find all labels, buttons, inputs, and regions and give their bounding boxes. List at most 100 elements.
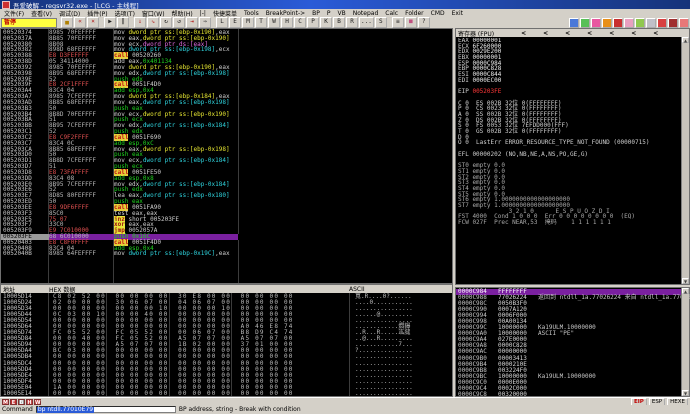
step-button[interactable]: ↻ (160, 17, 172, 28)
plugin-button[interactable] (580, 18, 590, 28)
run-pause-button[interactable]: ▶ (104, 17, 116, 28)
stack-pane[interactable]: 0000C984 FFFFFFFF 0000C988 77026224 返回到 … (455, 287, 690, 397)
register-line[interactable]: O 0 LastErr ERROR_RESOURCE_TYPE_NOT_FOUN… (458, 140, 681, 146)
dump-address: 10005E14 (1, 391, 51, 397)
dump-rows: 10005D14 C8 02 52 00 00 00 00 00 30 E8 0… (1, 294, 452, 397)
plugin-button[interactable] (591, 18, 601, 28)
plugin-button[interactable] (668, 18, 678, 28)
plugin-button[interactable] (679, 18, 689, 28)
plugin-button[interactable] (613, 18, 623, 28)
menu-item[interactable]: Folder (405, 10, 424, 17)
menu-item[interactable]: 查看(V) (31, 9, 52, 17)
step-button[interactable]: ⇘ (147, 17, 159, 28)
misc-toolbar-button[interactable]: ≡ (392, 17, 404, 28)
menu-item[interactable]: Notepad (353, 10, 379, 17)
chevron-left-icon[interactable]: < (609, 30, 614, 37)
toolbar-separator (130, 18, 133, 27)
stack-scrollbar[interactable]: ▲ ▼ (681, 288, 689, 396)
toolbar-file-button[interactable]: ▄ (61, 17, 73, 28)
menu-item[interactable]: Calc (385, 10, 398, 17)
menu-item[interactable]: P (327, 10, 331, 17)
disasm-instruction: mov dword ptr ss:[ebp-0x19C],eax (114, 251, 452, 257)
dump-row[interactable]: 10005E14 00 00 00 00 00 00 00 00 00 00 0… (1, 391, 452, 397)
step-button[interactable]: ⇥ (186, 17, 198, 28)
menu-item[interactable]: Exit (452, 10, 463, 17)
registers-header: 寄存器 (FPU) < < < < < < < (456, 29, 689, 37)
window-letter-button[interactable]: M (242, 17, 254, 28)
window-letter-button[interactable]: B (333, 17, 345, 28)
menu-item[interactable]: VB (338, 10, 346, 17)
plugin-button[interactable] (657, 18, 667, 28)
step-button[interactable]: ⇓ (134, 17, 146, 28)
scroll-up-icon[interactable]: ▲ (682, 37, 689, 43)
step-button-group: ⇓⇘↻↺⇥⇒ (134, 17, 211, 28)
chevron-left-icon[interactable]: < (521, 30, 526, 37)
step-button[interactable]: ↺ (173, 17, 185, 28)
app-icon (2, 1, 10, 9)
chevron-left-icon[interactable]: < (587, 30, 592, 37)
misc-toolbar-button[interactable]: ? (418, 17, 430, 28)
step-button[interactable]: ⇒ (199, 17, 211, 28)
menu-item[interactable]: |-| (200, 10, 206, 17)
command-label: Command (2, 406, 33, 413)
toolbar-separator (212, 18, 215, 27)
window-letter-group: LEMTWHCPKBR...S (216, 17, 387, 28)
window-letter-button[interactable]: R (346, 17, 358, 28)
toolbar-file-button[interactable]: × (87, 17, 99, 28)
menu-item[interactable]: BP (312, 10, 320, 17)
menu-item[interactable]: 插件(P) (87, 9, 107, 17)
menu-item[interactable]: BreakPoint-> (266, 10, 305, 17)
window-letter-button[interactable]: ... (359, 17, 374, 28)
window-letter-button[interactable]: H (281, 17, 293, 28)
misc-toolbar-button[interactable]: ■ (405, 17, 417, 28)
window-letter-button[interactable]: L (216, 17, 228, 28)
menu-item[interactable]: Tools (244, 10, 259, 17)
scroll-down-icon[interactable]: ▼ (682, 390, 689, 396)
dump-header: 地址 HEX 数据 ASCII (1, 285, 452, 293)
window-letter-button[interactable]: S (375, 17, 387, 28)
menu-item[interactable]: 窗口(W) (142, 9, 165, 17)
plugin-button-group (569, 18, 689, 28)
run-button-group: ▶‖ (104, 17, 129, 28)
window-letter-button[interactable]: P (307, 17, 319, 28)
plugin-button[interactable] (635, 18, 645, 28)
menu-item[interactable]: 快捷菜单 (213, 9, 237, 17)
menu-item[interactable]: 帮助(H) (172, 9, 193, 17)
command-bar: Command bp ntdll.77010E79 BP address, st… (0, 405, 690, 414)
disassembly-pane[interactable]: 00520374 8985 70FEFFFF mov dword ptr ss:… (0, 28, 453, 284)
scroll-down-icon[interactable]: ▼ (682, 278, 689, 284)
register-line[interactable]: FCW 027F Prec NEAR,53 掩码 1 1 1 1 1 1 (458, 220, 681, 226)
chevron-left-icon[interactable]: < (543, 30, 548, 37)
menu-bar: 文件(F) 查看(V) 调试(D) 插件(P) 选项(T) 窗口(W) 帮助(H) |-| 快捷… (0, 9, 690, 17)
window-letter-button[interactable]: K (320, 17, 332, 28)
dump-ascii: ................ (351, 391, 452, 397)
chevron-left-icon[interactable]: < (631, 30, 636, 37)
disasm-address: 0052040B (1, 251, 49, 257)
hex-dump-pane[interactable]: 地址 HEX 数据 ASCII 10005D14 C8 02 52 00 00 … (0, 284, 453, 397)
title-bar[interactable]: 吾爱破解 - regsvr32.exe - [LCG - 主线程] (0, 0, 690, 9)
menu-item[interactable]: 调试(D) (59, 9, 80, 17)
registers-pane[interactable]: 寄存器 (FPU) <<<<<<< EAX 00000001ECX 6F2600… (455, 28, 690, 285)
registers-scrollbar[interactable]: ▲ ▼ (681, 37, 689, 284)
window-letter-button[interactable]: T (255, 17, 267, 28)
plugin-button[interactable] (569, 18, 579, 28)
menu-item[interactable]: CMD (431, 10, 445, 17)
dump-hex-bytes: 00 00 00 00 00 00 00 00 00 00 00 00 00 0… (51, 391, 351, 397)
toolbar-file-button[interactable]: « (74, 17, 86, 28)
command-input[interactable]: bp ntdll.77010E79 (36, 406, 176, 413)
registers-title: 寄存器 (FPU) (458, 29, 494, 38)
menu-item[interactable]: 选项(T) (115, 9, 135, 17)
plugin-button[interactable] (624, 18, 634, 28)
scroll-up-icon[interactable]: ▲ (682, 288, 689, 294)
misc-button-group: ≡■? (392, 17, 430, 28)
chevron-left-icon[interactable]: < (565, 30, 570, 37)
run-pause-button[interactable]: ‖ (117, 17, 129, 28)
plugin-button[interactable] (602, 18, 612, 28)
window-letter-button[interactable]: E (229, 17, 241, 28)
menu-item[interactable]: 文件(F) (4, 9, 24, 17)
plugin-button[interactable] (646, 18, 656, 28)
disasm-row[interactable]: 0052040B 8985 64FEFFFF mov dword ptr ss:… (1, 251, 452, 257)
chevron-left-icon[interactable]: < (653, 30, 658, 37)
window-letter-button[interactable]: C (294, 17, 306, 28)
window-letter-button[interactable]: W (268, 17, 280, 28)
